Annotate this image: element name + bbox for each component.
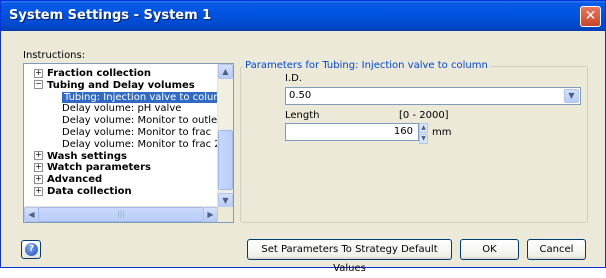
expand-icon[interactable]: +: [34, 68, 43, 78]
id-label: I.D.: [285, 73, 303, 84]
horizontal-scroll-thumb[interactable]: |||: [38, 207, 204, 222]
expand-icon[interactable]: +: [34, 151, 43, 161]
tree-item[interactable]: Delay volume: Monitor to outlet valv: [62, 115, 234, 127]
expand-icon[interactable]: +: [34, 174, 43, 184]
spin-up-icon[interactable]: ▲: [419, 123, 428, 133]
parameters-group-title: Parameters for Tubing: Injection valve t…: [243, 60, 490, 71]
ok-button[interactable]: OK: [460, 239, 519, 260]
tree-item[interactable]: Tubing: Injection valve to column: [62, 91, 232, 103]
id-select[interactable]: 0.50 ▼: [285, 87, 581, 105]
scroll-right-button[interactable]: ▶: [203, 207, 218, 222]
spin-down-icon[interactable]: ▼: [419, 134, 428, 144]
tree-horizontal-scrollbar[interactable]: ◀ ||| ▶: [24, 206, 218, 222]
expand-icon[interactable]: +: [34, 186, 43, 196]
cancel-button[interactable]: Cancel: [527, 239, 586, 260]
title-bar[interactable]: System Settings - System 1 ✕: [1, 1, 605, 31]
scroll-up-button[interactable]: ▲: [218, 64, 233, 79]
length-label: Length: [285, 110, 320, 121]
tree-item-label: Data collection: [47, 186, 132, 197]
length-input[interactable]: 160: [285, 123, 419, 141]
tree-item-label: Tubing: Injection valve to column: [62, 91, 232, 103]
tree-item-label: Delay volume: Monitor to frac 2: [62, 138, 221, 150]
tree-item-label: Fraction collection: [47, 68, 152, 79]
scroll-down-button[interactable]: ▼: [218, 193, 233, 208]
id-select-value: 0.50: [289, 90, 312, 101]
tree-item-label: Wash settings: [47, 150, 127, 162]
instructions-tree[interactable]: + Fraction collection − Tubing and Delay vo…: [23, 63, 234, 223]
tree-item-label: Advanced: [47, 174, 103, 186]
window-title: System Settings - System 1: [9, 8, 212, 23]
tree-item[interactable]: − Tubing and Delay volumes: [34, 80, 195, 91]
tree-item[interactable]: Delay volume: Monitor to frac: [62, 127, 211, 138]
tree-item[interactable]: + Watch parameters: [34, 162, 151, 173]
system-settings-dialog: System Settings - System 1 ✕ Instruction…: [0, 0, 606, 274]
scroll-left-button[interactable]: ◀: [24, 207, 39, 222]
tree-item[interactable]: + Wash settings: [34, 151, 127, 162]
tree-item-label: Delay volume: Monitor to outlet valv: [62, 115, 234, 127]
instructions-label: Instructions:: [23, 50, 86, 61]
tree-item-label: Watch parameters: [47, 162, 151, 174]
close-button[interactable]: ✕: [580, 6, 601, 27]
set-default-values-button[interactable]: Set Parameters To Strategy Default Value…: [247, 239, 452, 274]
length-unit: mm: [432, 127, 452, 138]
tree-item[interactable]: + Fraction collection: [34, 68, 151, 79]
collapse-icon[interactable]: −: [34, 80, 43, 90]
tree-vertical-scrollbar[interactable]: ▲ ▼: [217, 64, 233, 208]
scroll-corner: [218, 207, 233, 222]
tree-item[interactable]: Delay volume: pH valve: [62, 103, 181, 114]
help-button[interactable]: ?: [21, 240, 41, 259]
expand-icon[interactable]: +: [34, 162, 43, 172]
tree-item[interactable]: Delay volume: Monitor to frac 2: [62, 139, 221, 150]
tree-item[interactable]: + Advanced: [34, 174, 102, 185]
help-icon: ?: [25, 243, 38, 256]
length-range: [0 - 2000]: [399, 110, 449, 121]
length-stepper[interactable]: ▲ ▼: [419, 123, 428, 144]
tree-item-label: Delay volume: Monitor to frac: [62, 127, 212, 138]
dropdown-arrow-icon[interactable]: ▼: [564, 89, 579, 103]
tree-item-label: Delay volume: pH valve: [62, 103, 182, 115]
tree-item-label: Tubing and Delay volumes: [47, 79, 195, 91]
vertical-scroll-thumb[interactable]: [218, 130, 233, 190]
length-value: 160: [393, 126, 413, 137]
tree-item[interactable]: + Data collection: [34, 186, 132, 197]
